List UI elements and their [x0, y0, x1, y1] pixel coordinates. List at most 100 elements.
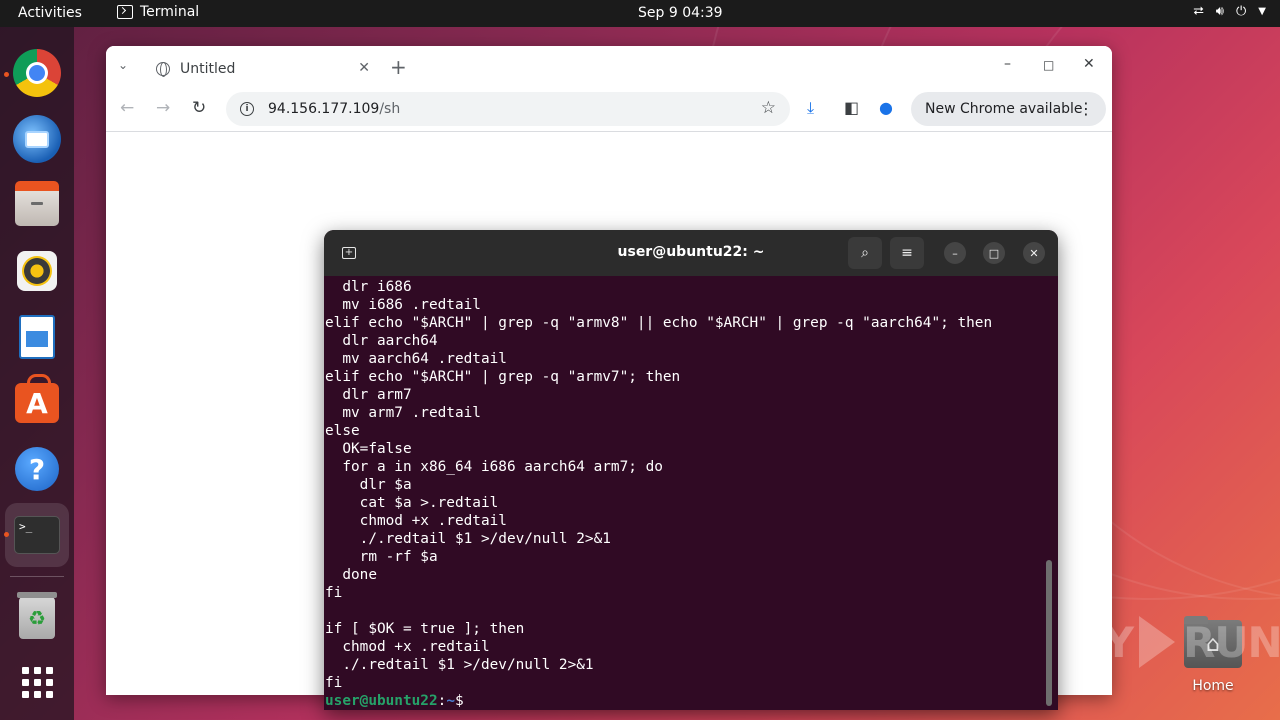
dock-terminal[interactable]: >_: [12, 510, 62, 560]
terminal-line: done: [325, 567, 377, 583]
terminal-window: + user@ubuntu22: ~ ⌕ ≡ – □ ✕ dlr i686 mv…: [324, 230, 1058, 710]
dock-writer[interactable]: [12, 312, 62, 362]
chrome-update-button[interactable]: New Chrome available ⋮: [911, 92, 1106, 126]
dock-trash[interactable]: ♻: [12, 592, 62, 643]
dock: A ? >_ ♻: [0, 27, 74, 720]
terminal-icon: >_: [14, 516, 60, 554]
address-bar[interactable]: i 94.156.177.109/sh ☆: [226, 92, 790, 126]
terminal-menu-button[interactable]: ≡: [890, 237, 924, 269]
dock-rhythmbox[interactable]: [12, 246, 62, 296]
terminal-line: for a in x86_64 i686 aarch64 arm7; do: [325, 459, 663, 475]
globe-icon: [156, 62, 170, 77]
terminal-line: ./.redtail $1 >/dev/null 2>&1: [325, 531, 611, 547]
running-indicator: [4, 72, 9, 77]
terminal-line: chmod +x .redtail: [325, 513, 507, 529]
show-applications-button[interactable]: [12, 657, 62, 707]
browser-toolbar: ← → ↻ i 94.156.177.109/sh ☆ ⤓ ◧ ● New Ch…: [106, 86, 1112, 132]
search-icon: ⌕: [861, 245, 869, 261]
browser-tab[interactable]: Untitled ✕: [144, 52, 380, 86]
terminal-line: dlr arm7: [325, 387, 412, 403]
terminal-output[interactable]: dlr i686 mv i686 .redtail elif echo "$ARC…: [325, 278, 1045, 708]
app-store-icon: A: [15, 374, 59, 423]
terminal-minimize-button[interactable]: –: [944, 242, 966, 264]
maximize-button[interactable]: □: [1043, 58, 1054, 72]
url-path: /sh: [379, 101, 401, 117]
terminal-line: fi: [325, 675, 343, 691]
terminal-icon: [117, 5, 133, 19]
terminal-line: else: [325, 423, 360, 439]
terminal-line: if [ $OK = true ]; then: [325, 621, 525, 637]
terminal-line: fi: [325, 585, 343, 601]
site-info-icon[interactable]: i: [240, 102, 254, 116]
terminal-line: mv aarch64 .redtail: [325, 351, 507, 367]
terminal-prompt[interactable]: user@ubuntu22:~$: [325, 692, 1045, 708]
terminal-search-button[interactable]: ⌕: [848, 237, 882, 269]
system-tray[interactable]: ⮂ 🔊︎ ⏻ ▼: [1193, 4, 1266, 19]
url-host: 94.156.177.109: [268, 101, 380, 117]
forward-button[interactable]: →: [156, 98, 170, 118]
writer-icon: [19, 315, 55, 359]
dock-app-store[interactable]: A: [12, 374, 62, 428]
rhythmbox-icon: [17, 251, 57, 291]
chrome-update-label: New Chrome available: [925, 101, 1083, 117]
chevron-down-icon: ▼: [1258, 6, 1266, 17]
terminal-line: dlr aarch64: [325, 333, 438, 349]
dock-files[interactable]: [12, 181, 62, 231]
more-menu-icon[interactable]: ⋮: [1078, 99, 1094, 118]
minimize-button[interactable]: –: [1004, 56, 1011, 72]
close-tab-icon[interactable]: ✕: [358, 60, 370, 76]
trash-icon: ♻: [17, 592, 57, 639]
download-icon[interactable]: ⤓: [807, 98, 814, 118]
prompt-path: ~: [446, 693, 455, 708]
files-icon: [15, 181, 59, 226]
back-button[interactable]: ←: [120, 98, 134, 118]
terminal-maximize-button[interactable]: □: [983, 242, 1005, 264]
terminal-line: elif echo "$ARCH" | grep -q "armv8" || e…: [325, 315, 993, 331]
terminal-line: elif echo "$ARCH" | grep -q "armv7"; the…: [325, 369, 681, 385]
home-folder-label[interactable]: Home: [1180, 678, 1246, 694]
activities-button[interactable]: Activities: [18, 5, 82, 21]
side-panel-icon[interactable]: ◧: [844, 98, 859, 117]
clock[interactable]: Sep 9 04:39: [638, 5, 723, 21]
watermark-logo: ANY RUN: [1038, 612, 1280, 672]
dock-chrome[interactable]: [12, 48, 62, 98]
chrome-icon: [13, 49, 61, 97]
tab-strip: ⌄ Untitled ✕ + – □ ✕: [106, 46, 1112, 86]
terminal-line: mv i686 .redtail: [325, 297, 481, 313]
power-icon: ⏻: [1236, 4, 1247, 19]
volume-icon: 🔊︎: [1215, 4, 1224, 19]
play-triangle-icon: [1139, 616, 1176, 668]
profile-icon[interactable]: ●: [879, 98, 893, 117]
terminal-line: dlr $a: [325, 477, 412, 493]
reload-button[interactable]: ↻: [192, 98, 206, 118]
dock-help[interactable]: ?: [12, 444, 62, 494]
app-grid-icon: [21, 666, 53, 698]
terminal-line: cat $a >.redtail: [325, 495, 499, 511]
running-indicator: [4, 532, 9, 537]
bookmark-star-icon[interactable]: ☆: [761, 98, 776, 118]
terminal-line: chmod +x .redtail: [325, 639, 490, 655]
terminal-line: OK=false: [325, 441, 412, 457]
terminal-scrollbar[interactable]: [1046, 560, 1052, 706]
watermark-right-text: RUN: [1183, 617, 1280, 667]
prompt-user: user@ubuntu22: [325, 693, 438, 708]
app-menu[interactable]: Terminal: [117, 4, 199, 20]
dock-separator: [10, 576, 64, 577]
hamburger-menu-icon: ≡: [901, 245, 913, 261]
terminal-line: rm -rf $a: [325, 549, 438, 565]
top-bar: Activities Terminal Sep 9 04:39 ⮂ 🔊︎ ⏻ ▼: [0, 0, 1280, 27]
prompt-symbol: $: [454, 693, 464, 708]
tab-search-chevron-icon[interactable]: ⌄: [118, 58, 134, 74]
terminal-header: + user@ubuntu22: ~ ⌕ ≡ – □ ✕: [324, 230, 1058, 276]
thunderbird-icon: [13, 115, 61, 163]
terminal-line: mv arm7 .redtail: [325, 405, 481, 421]
network-icon: ⮂: [1193, 4, 1204, 19]
tab-title: Untitled: [180, 61, 236, 77]
new-tab-button[interactable]: +: [390, 55, 407, 79]
prompt-separator: :: [437, 693, 447, 708]
dock-thunderbird[interactable]: [12, 114, 62, 164]
terminal-close-button[interactable]: ✕: [1023, 242, 1045, 264]
close-window-button[interactable]: ✕: [1083, 56, 1095, 72]
help-icon: ?: [15, 447, 59, 491]
